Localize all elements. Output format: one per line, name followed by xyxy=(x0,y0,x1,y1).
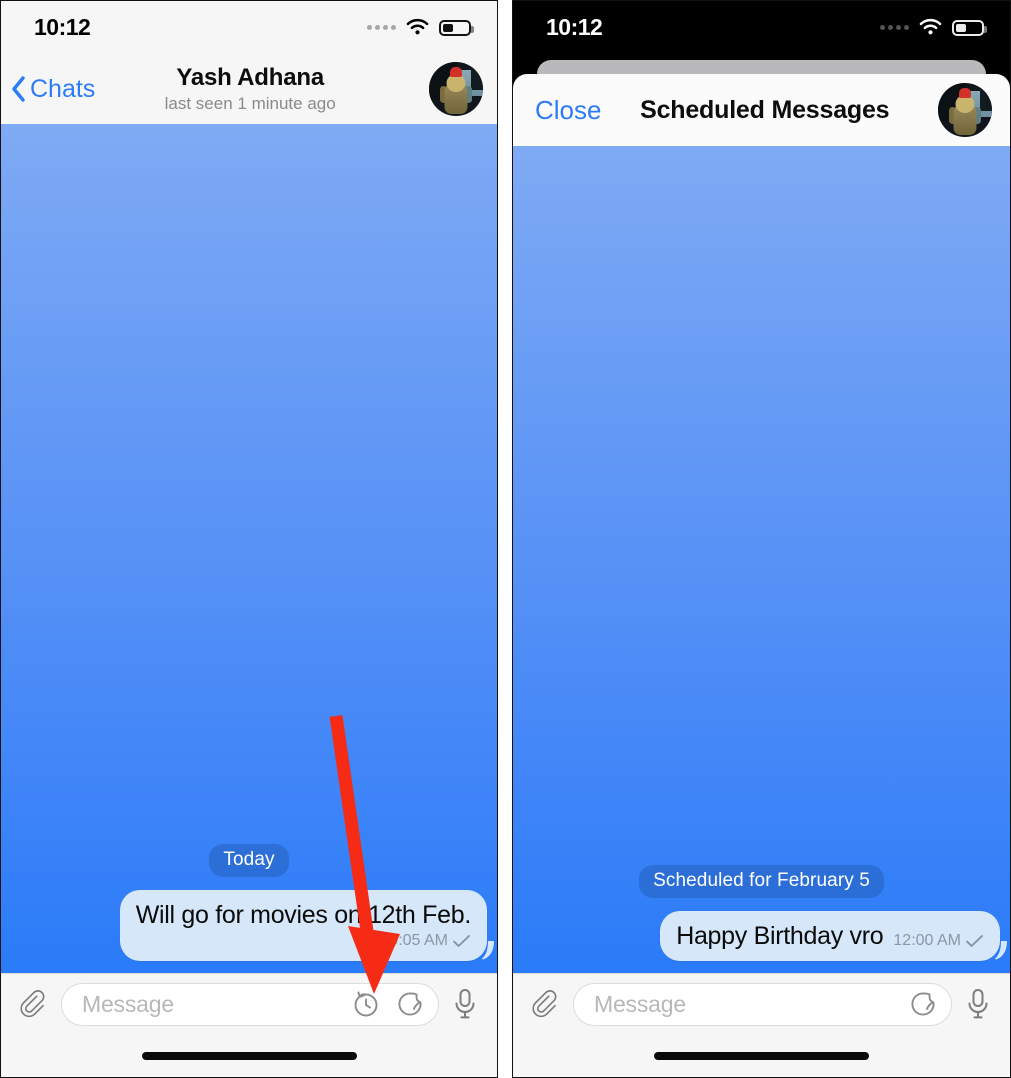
message-input-bar: Message xyxy=(513,973,1010,1034)
contact-name: Yash Adhana xyxy=(176,64,324,92)
navigation-bar: Chats Yash Adhana last seen 1 minute ago xyxy=(1,54,497,124)
contact-header[interactable]: Yash Adhana last seen 1 minute ago xyxy=(71,64,429,113)
sheet-title: Scheduled Messages xyxy=(640,95,890,124)
screenshot-root: 10:12 Chats Yash Adhana last seen 1 minu… xyxy=(0,0,1011,1078)
wifi-icon xyxy=(406,19,429,35)
message-row: Happy Birthday vro 12:00 AM xyxy=(523,911,1000,961)
home-indicator[interactable] xyxy=(654,1051,869,1060)
single-check-icon xyxy=(453,935,470,947)
wifi-icon xyxy=(919,19,942,35)
home-indicator-area xyxy=(1,1034,497,1077)
contact-last-seen: last seen 1 minute ago xyxy=(164,93,336,113)
day-separator: Today xyxy=(11,844,487,878)
message-time: 12:00 AM xyxy=(893,932,961,949)
single-check-icon xyxy=(966,935,983,947)
message-input-placeholder: Message xyxy=(594,990,686,1017)
message-input-field[interactable]: Message xyxy=(61,982,439,1026)
paperclip-icon[interactable] xyxy=(15,986,49,1022)
status-bar-time: 10:12 xyxy=(34,14,91,40)
signal-dots-icon xyxy=(367,25,396,30)
signal-dots-icon xyxy=(880,25,909,30)
message-text: Will go for movies on 12th Feb. xyxy=(135,901,472,930)
sticker-icon[interactable] xyxy=(394,988,426,1020)
battery-icon xyxy=(439,19,474,36)
scheduled-messages-screen: 10:12 Close Scheduled Messages Scheduled… xyxy=(512,0,1011,1078)
message-input-field[interactable]: Message xyxy=(573,982,952,1026)
microphone-icon[interactable] xyxy=(451,986,479,1022)
battery-icon xyxy=(952,19,987,36)
status-bar-indicators xyxy=(880,18,987,37)
conversation-area: Scheduled for February 5 Happy Birthday … xyxy=(513,146,1010,973)
message-time: 10:05 AM xyxy=(380,932,448,949)
message-meta: 10:05 AM xyxy=(380,932,471,950)
microphone-icon[interactable] xyxy=(964,986,992,1022)
modal-sheet-header: Close Scheduled Messages xyxy=(513,54,1010,146)
chat-screen: 10:12 Chats Yash Adhana last seen 1 minu… xyxy=(0,0,498,1078)
sticker-icon[interactable] xyxy=(907,988,939,1020)
day-badge-label: Today xyxy=(209,844,289,878)
status-bar-time: 10:12 xyxy=(546,14,603,40)
schedule-badge-label: Scheduled for February 5 xyxy=(639,865,884,899)
conversation-area: Today Will go for movies on 12th Feb. 10… xyxy=(1,124,497,973)
message-text: Happy Birthday vro xyxy=(676,922,884,951)
message-meta: 12:00 AM xyxy=(893,932,984,950)
status-bar: 10:12 xyxy=(513,1,1010,54)
chevron-left-icon xyxy=(12,76,25,102)
sheet-navigation-bar: Close Scheduled Messages xyxy=(513,74,1010,146)
message-input-placeholder: Message xyxy=(82,990,174,1017)
home-indicator-area xyxy=(513,1034,1010,1077)
schedule-separator: Scheduled for February 5 xyxy=(523,865,1000,899)
scheduled-message-bubble[interactable]: Happy Birthday vro 12:00 AM xyxy=(660,911,1000,961)
outgoing-message-bubble[interactable]: Will go for movies on 12th Feb. 10:05 AM xyxy=(119,890,487,961)
contact-avatar[interactable] xyxy=(429,62,483,116)
status-bar: 10:12 xyxy=(1,1,497,54)
paperclip-icon[interactable] xyxy=(527,986,561,1022)
contact-avatar[interactable] xyxy=(938,83,992,137)
home-indicator[interactable] xyxy=(141,1051,357,1060)
schedule-message-icon[interactable] xyxy=(350,988,382,1020)
message-input-bar: Message xyxy=(1,973,497,1034)
status-bar-indicators xyxy=(367,18,474,37)
message-row: Will go for movies on 12th Feb. 10:05 AM xyxy=(11,890,487,961)
